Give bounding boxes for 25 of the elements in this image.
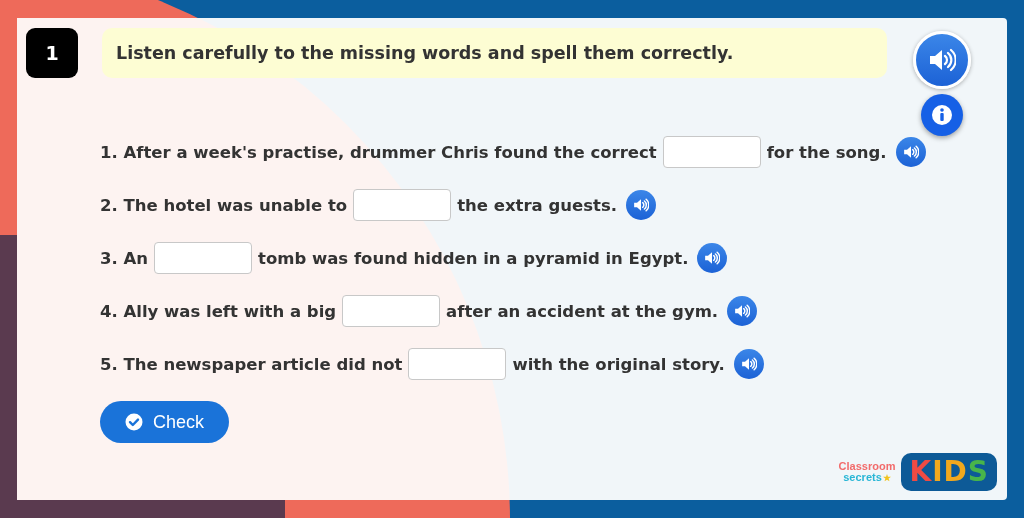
sentence-start: 4. Ally was left with a big bbox=[100, 301, 337, 321]
sentence-start: 2. The hotel was unable to bbox=[100, 195, 348, 215]
speaker-icon bbox=[734, 304, 751, 318]
sentence-end: tomb was found hidden in a pyramid in Egypt. bbox=[258, 248, 689, 268]
sentence-end: the extra guests. bbox=[457, 195, 618, 215]
check-button[interactable]: Check bbox=[100, 401, 229, 443]
sentence-end: after an accident at the gym. bbox=[446, 301, 719, 321]
sentence-end: for the song. bbox=[766, 142, 887, 162]
speaker-icon bbox=[704, 251, 721, 265]
instruction: Listen carefully to the missing words and spell them correctly. bbox=[102, 28, 887, 78]
check-icon bbox=[125, 413, 143, 431]
sentence-end: with the original story. bbox=[512, 354, 725, 374]
kids-logo: KIDS bbox=[901, 453, 997, 491]
speaker-icon bbox=[928, 48, 956, 72]
info-icon bbox=[931, 104, 953, 126]
sentence-start: 1. After a week's practise, drummer Chris found the correct bbox=[100, 142, 657, 162]
question-number: 1 bbox=[26, 28, 78, 78]
speaker-icon bbox=[902, 145, 919, 159]
star-icon bbox=[882, 473, 891, 482]
speaker-icon bbox=[740, 357, 757, 371]
logo-text: secrets bbox=[843, 472, 882, 484]
logo-text: Classroom bbox=[838, 461, 896, 473]
sentence-start: 3. An bbox=[100, 248, 148, 268]
sentence-start: 5. The newspaper article did not bbox=[100, 354, 403, 374]
speaker-icon bbox=[633, 198, 650, 212]
